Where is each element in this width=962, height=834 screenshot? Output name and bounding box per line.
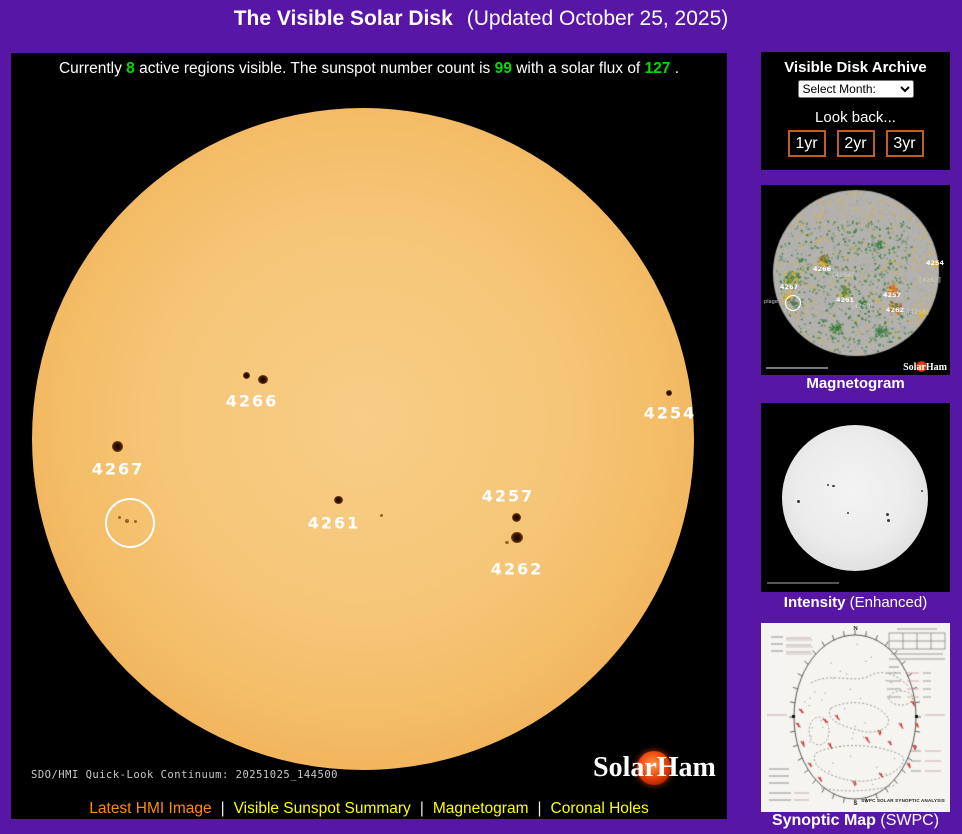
intensity-sunspot xyxy=(886,513,889,516)
sunspot-label-4262: 4262 xyxy=(491,560,544,579)
intensity-sunspot xyxy=(887,519,890,522)
link-separator: | xyxy=(221,800,225,817)
solarham-logo-text: SolarHam xyxy=(593,752,716,784)
synoptic-map-thumbnail[interactable]: N S SWPC SOLAR SYNOPTIC ANALYSIS xyxy=(761,623,950,812)
sunspot xyxy=(666,390,672,396)
synoptic-footer-text: SWPC SOLAR SYNOPTIC ANALYSIS xyxy=(861,798,945,803)
synoptic-map-image xyxy=(761,623,950,812)
intensity-sunspot xyxy=(797,500,800,503)
active-region-count: 8 xyxy=(126,60,135,77)
status-text: Currently xyxy=(59,60,122,77)
link-separator: | xyxy=(537,800,541,817)
page: The Visible Solar Disk (Updated October 2… xyxy=(0,0,962,834)
sunspot-label-4257: 4257 xyxy=(482,487,535,506)
compass-north-label: N xyxy=(761,626,950,632)
link-magnetogram[interactable]: Magnetogram xyxy=(433,800,529,817)
page-title: The Visible Solar Disk (Updated October 2… xyxy=(0,7,962,31)
mag-label-4257: 4257 xyxy=(883,291,901,299)
intensity-sunspot xyxy=(832,485,835,487)
solarham-logo: SolarHam xyxy=(593,751,725,793)
status-text: with a solar flux of xyxy=(516,60,640,77)
magnetogram-label: Magnetogram xyxy=(761,375,950,392)
sunspot xyxy=(334,496,343,504)
mag-label-plage: plage xyxy=(764,299,778,305)
mag-caption-bar xyxy=(766,367,828,369)
month-select[interactable]: Select Month: xyxy=(798,80,914,98)
link-visible-sunspot-summary[interactable]: Visible Sunspot Summary xyxy=(234,800,411,817)
page-title-main: The Visible Solar Disk xyxy=(234,7,453,30)
sunspot-label-4254: 4254 xyxy=(644,404,697,423)
link-separator: | xyxy=(420,800,424,817)
page-title-updated: (Updated October 25, 2025) xyxy=(467,7,729,30)
status-line: Currently 8 active regions visible. The … xyxy=(11,60,727,78)
sunspot-label-4261: 4261 xyxy=(308,514,361,533)
mag-label-4260: [4260] xyxy=(851,302,873,310)
sun-disk-image[interactable] xyxy=(32,108,694,770)
mag-annotation-circle xyxy=(785,295,801,311)
mag-label-4266: 4266 xyxy=(813,265,831,273)
sunspot-number: 99 xyxy=(495,60,512,77)
look-back-3yr-button[interactable]: 3yr xyxy=(886,130,924,157)
synoptic-label-rest: (SWPC) xyxy=(880,812,939,829)
intensity-label-bold: Intensity xyxy=(784,594,846,611)
mag-solarham-logo-text: SolarHam xyxy=(903,362,947,373)
intensity-caption-bar xyxy=(767,582,839,584)
intensity-label-rest: (Enhanced) xyxy=(850,594,928,611)
link-latest-hmi-image[interactable]: Latest HMI Image xyxy=(89,800,211,817)
mag-label-4262: 4262 xyxy=(886,306,904,314)
synoptic-label-bold: Synoptic Map xyxy=(772,812,876,829)
status-text: active regions visible. The sunspot numb… xyxy=(139,60,490,77)
intensity-thumbnail[interactable] xyxy=(761,403,950,592)
sunspot xyxy=(512,513,521,522)
sunspot-label-4266: 4266 xyxy=(226,392,279,411)
intensity-sunspot xyxy=(847,512,849,514)
mag-label-4263: [4263] xyxy=(919,276,941,284)
look-back-buttons: 1yr 2yr 3yr xyxy=(761,130,950,157)
status-text: . xyxy=(675,60,679,77)
mag-label-4254: 4254 xyxy=(926,259,944,267)
synoptic-label: Synoptic Map (SWPC) xyxy=(761,812,950,830)
solar-disk-panel: Currently 8 active regions visible. The … xyxy=(11,53,727,819)
sunspot xyxy=(505,541,509,544)
solar-flux: 127 xyxy=(645,60,671,77)
visible-disk-archive-panel: Visible Disk Archive Select Month: Look … xyxy=(761,52,950,170)
sunspot xyxy=(511,532,523,543)
look-back-label: Look back... xyxy=(761,109,950,126)
magnetogram-thumbnail[interactable]: 4266 4267 4261 4257 4262 4254 [4264] [42… xyxy=(761,185,950,375)
look-back-1yr-button[interactable]: 1yr xyxy=(788,130,826,157)
archive-title: Visible Disk Archive xyxy=(761,52,950,76)
sunspot xyxy=(380,514,383,517)
bottom-links: Latest HMI Image | Visible Sunspot Summary… xyxy=(11,800,727,818)
mag-label-4264: [4264] xyxy=(832,271,854,279)
sunspot-label-4267: 4267 xyxy=(92,460,145,479)
intensity-sunspot xyxy=(921,490,923,492)
image-timestamp-caption: SDO/HMI Quick-Look Continuum: 20251025_1… xyxy=(31,769,338,781)
sunspot xyxy=(258,375,268,384)
mag-label-4267: 4267 xyxy=(780,283,798,291)
link-coronal-holes[interactable]: Coronal Holes xyxy=(551,800,649,817)
intensity-sunspot xyxy=(827,484,829,486)
mag-label-4258: [4258] xyxy=(907,308,929,316)
sunspot xyxy=(112,441,123,452)
intensity-label: Intensity (Enhanced) xyxy=(761,594,950,611)
sunspot xyxy=(243,372,250,379)
look-back-2yr-button[interactable]: 2yr xyxy=(837,130,875,157)
intensity-disk-image xyxy=(782,425,928,571)
plage-annotation-circle xyxy=(105,498,155,548)
